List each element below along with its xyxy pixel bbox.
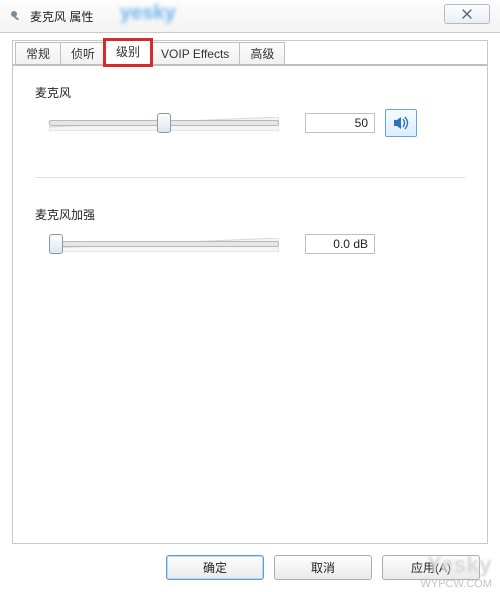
dialog-buttons: 确定 取消 应用(A) — [166, 555, 480, 580]
tab-advanced[interactable]: 高级 — [239, 42, 285, 65]
tab-general[interactable]: 常规 — [15, 42, 61, 65]
slider-track — [49, 241, 279, 247]
tab-pane-levels: 麦克风 50 — [13, 65, 487, 543]
slider-thumb[interactable] — [157, 113, 171, 133]
properties-window: 麦克风 属性 yesky 常规 侦听 级别 VOIP Effects 高级 麦克… — [0, 0, 500, 592]
microphone-icon — [8, 8, 24, 24]
tab-bar: 常规 侦听 级别 VOIP Effects 高级 — [13, 41, 487, 67]
slider-thumb[interactable] — [49, 234, 63, 254]
mute-button[interactable] — [385, 109, 417, 137]
separator — [35, 177, 465, 178]
titlebar: 麦克风 属性 — [0, 0, 500, 33]
close-button[interactable] — [444, 4, 490, 24]
slider-mic-boost[interactable] — [49, 231, 279, 257]
apply-button[interactable]: 应用(A) — [382, 555, 480, 580]
ok-button[interactable]: 确定 — [166, 555, 264, 580]
window-title: 麦克风 属性 — [30, 8, 93, 25]
label-mic-boost: 麦克风加强 — [35, 206, 465, 223]
group-mic-boost: 麦克风加强 0.0 dB — [35, 206, 465, 257]
group-microphone: 麦克风 50 — [35, 84, 465, 137]
tab-listen[interactable]: 侦听 — [60, 42, 106, 65]
tab-levels[interactable]: 级别 — [105, 40, 151, 65]
client-area: 常规 侦听 级别 VOIP Effects 高级 麦克风 — [12, 40, 488, 544]
value-mic-boost[interactable]: 0.0 dB — [305, 234, 375, 254]
cancel-button[interactable]: 取消 — [274, 555, 372, 580]
value-microphone[interactable]: 50 — [305, 113, 375, 133]
speaker-icon — [393, 116, 409, 130]
label-microphone: 麦克风 — [35, 84, 465, 101]
tab-voip-effects[interactable]: VOIP Effects — [150, 42, 240, 65]
slider-microphone[interactable] — [49, 110, 279, 136]
